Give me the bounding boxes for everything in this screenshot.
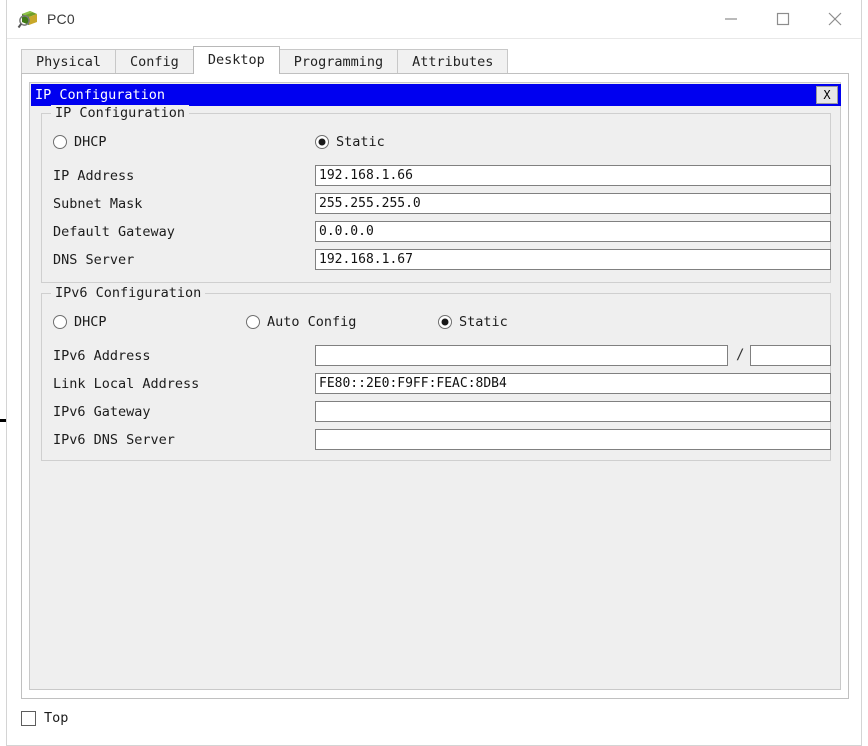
close-icon[interactable] [809, 0, 861, 38]
dialog-close-button[interactable]: X [816, 86, 838, 104]
window-title-text: PC0 [47, 11, 75, 27]
ipv4-mode-row: DHCP Static [42, 132, 830, 160]
tab-programming[interactable]: Programming [278, 49, 399, 74]
ipv6-gateway-input[interactable] [315, 401, 831, 422]
dns-server-input[interactable] [315, 249, 831, 270]
subnet-mask-label: Subnet Mask [53, 196, 143, 212]
ipv4-dhcp-radio[interactable]: DHCP [53, 134, 107, 150]
ip-configuration-title-bar: IP Configuration X [31, 84, 841, 106]
ipv4-subnet-row: Subnet Mask [42, 192, 831, 220]
top-checkbox-label: Top [44, 710, 69, 726]
ipv6-dns-server-label: IPv6 DNS Server [53, 432, 175, 448]
top-checkbox[interactable] [21, 710, 36, 726]
ipv6-prefix-separator: / [736, 347, 745, 363]
ipv6-address-label: IPv6 Address [53, 348, 151, 364]
ipv6-static-label: Static [459, 314, 508, 330]
ipv6-dns-row: IPv6 DNS Server [42, 428, 831, 456]
ipv6-prefix-length-input[interactable] [750, 345, 831, 366]
device-window: PC0 Physical Config Desktop Programming … [6, 0, 862, 746]
tab-desktop[interactable]: Desktop [192, 46, 280, 74]
ipv4-gateway-row: Default Gateway [42, 220, 831, 248]
window-title-bar: PC0 [7, 0, 861, 39]
left-edge-rail [0, 0, 3, 746]
maximize-icon[interactable] [757, 0, 809, 38]
tab-strip: Physical Config Desktop Programming Attr… [21, 46, 849, 74]
ipv4-static-label: Static [336, 134, 385, 150]
window-controls [705, 0, 861, 38]
default-gateway-label: Default Gateway [53, 224, 175, 240]
tab-config[interactable]: Config [115, 49, 194, 74]
tab-physical[interactable]: Physical [21, 49, 117, 74]
radio-circle-selected-icon [315, 135, 329, 149]
link-local-address-label: Link Local Address [53, 376, 200, 392]
ipv6-static-radio[interactable]: Static [438, 314, 508, 330]
ipv6-address-row: IPv6 Address / [42, 344, 831, 372]
ipv6-autoconfig-label: Auto Config [267, 314, 357, 330]
ipv6-dns-server-input[interactable] [315, 429, 831, 450]
ipv6-dhcp-label: DHCP [74, 314, 107, 330]
packet-tracer-device-icon [17, 8, 39, 30]
desktop-content-panel: IP Configuration X IP Configuration DHCP… [21, 73, 849, 699]
radio-circle-icon [53, 135, 67, 149]
default-gateway-input[interactable] [315, 221, 831, 242]
ip-address-label: IP Address [53, 168, 135, 184]
tab-attributes[interactable]: Attributes [397, 49, 509, 74]
ipv6-gateway-row: IPv6 Gateway [42, 400, 831, 428]
ipv4-dhcp-label: DHCP [74, 134, 107, 150]
link-local-address-input[interactable] [315, 373, 831, 394]
radio-circle-selected-icon [438, 315, 452, 329]
ipv6-autoconfig-radio[interactable]: Auto Config [246, 314, 356, 330]
ipv6-address-input[interactable] [315, 345, 728, 366]
bottom-bar: Top [21, 703, 849, 733]
ip-configuration-dialog: IP Configuration X IP Configuration DHCP… [29, 82, 841, 690]
ipv6-link-local-row: Link Local Address [42, 372, 831, 400]
ipv6-configuration-group: IPv6 Configuration DHCP Auto Config Stat… [41, 285, 831, 461]
ipv6-mode-row: DHCP Auto Config Static [42, 312, 830, 340]
ipv6-dhcp-radio[interactable]: DHCP [53, 314, 107, 330]
dns-server-label: DNS Server [53, 252, 135, 268]
minimize-icon[interactable] [705, 0, 757, 38]
ipv4-static-radio[interactable]: Static [315, 134, 385, 150]
ipv4-address-row: IP Address [42, 164, 831, 192]
subnet-mask-input[interactable] [315, 193, 831, 214]
ip-configuration-title-text: IP Configuration [35, 87, 166, 103]
ipv4-dns-row: DNS Server [42, 248, 831, 276]
radio-circle-icon [246, 315, 260, 329]
ipv6-group-label: IPv6 Configuration [51, 285, 206, 301]
ip-address-input[interactable] [315, 165, 831, 186]
ipv4-group-label: IP Configuration [51, 105, 190, 121]
ipv6-gateway-label: IPv6 Gateway [53, 404, 151, 420]
ipv4-configuration-group: IP Configuration DHCP Static IP Address [41, 105, 831, 283]
radio-circle-icon [53, 315, 67, 329]
